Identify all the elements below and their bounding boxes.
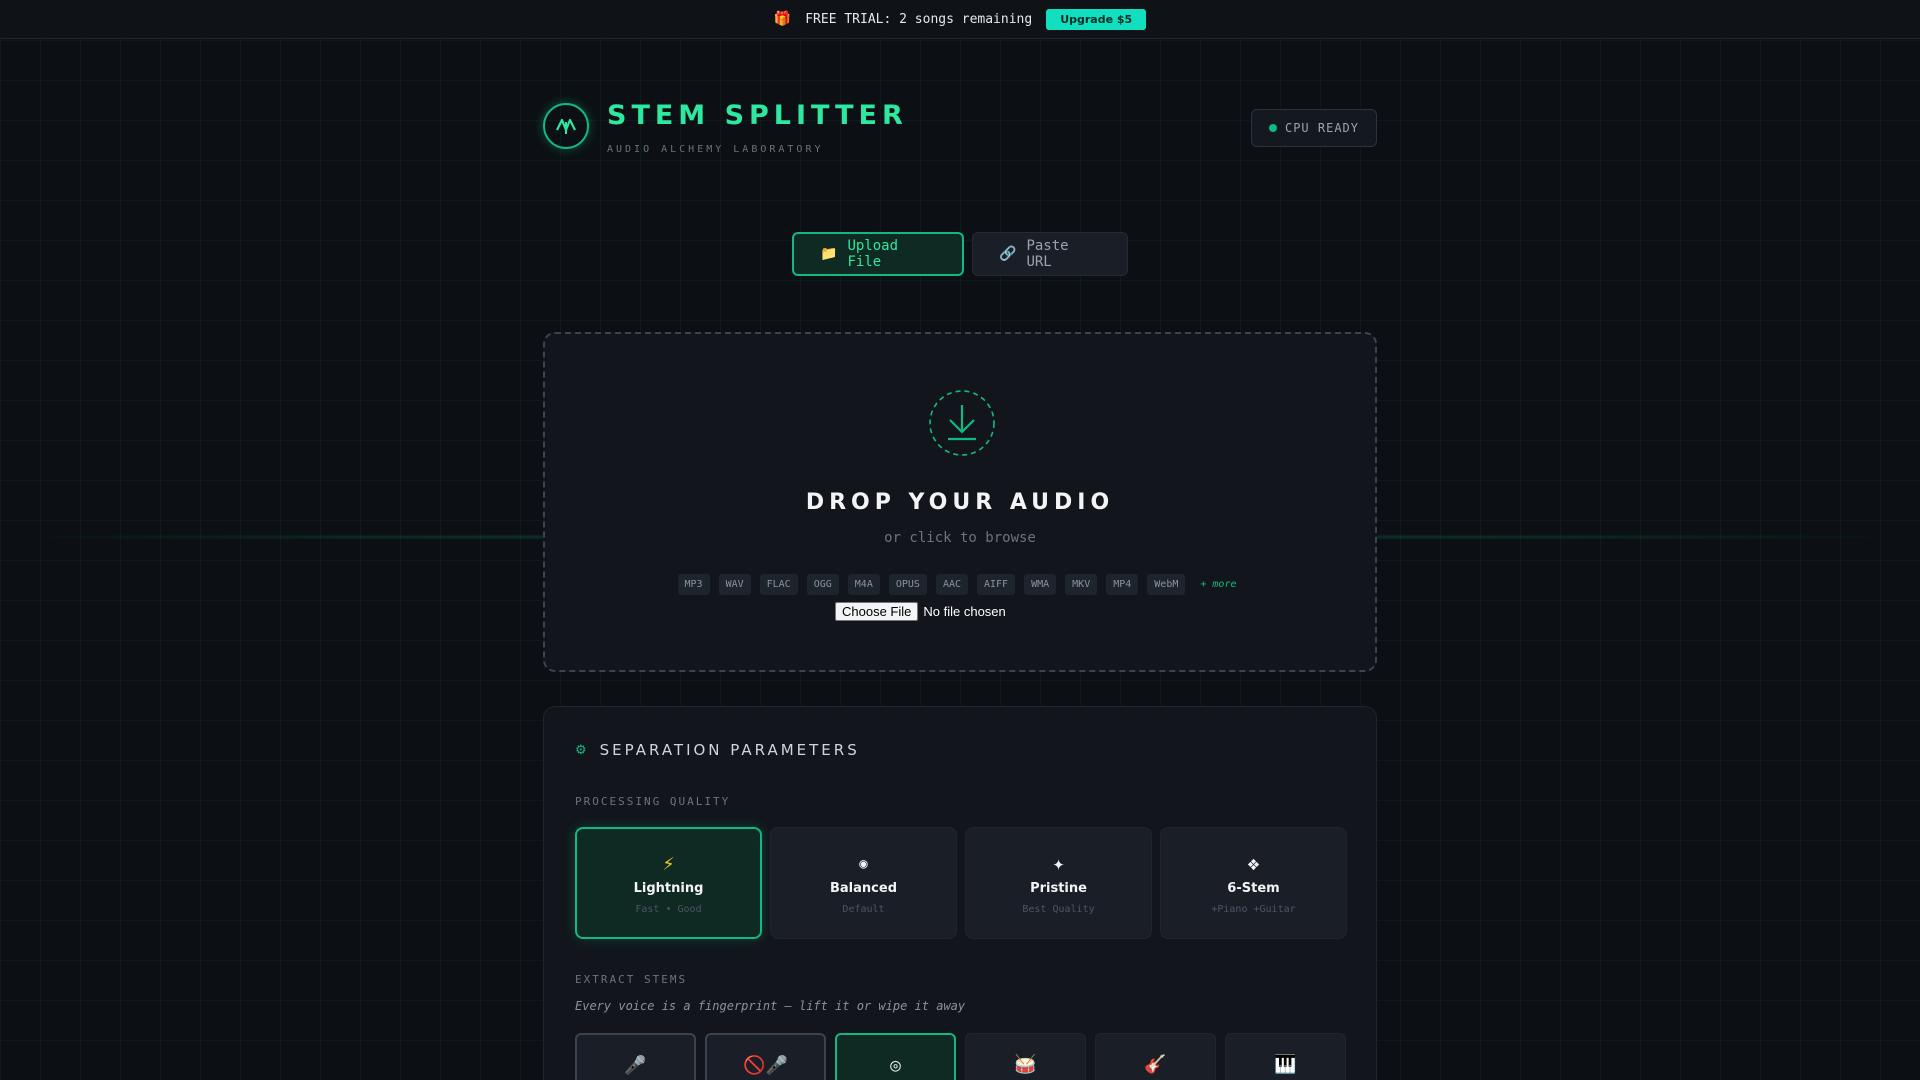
- quality-option-lightning[interactable]: ⚡ Lightning Fast • Good: [575, 827, 762, 939]
- format-tag: WebM: [1147, 574, 1186, 595]
- tab-paste-url[interactable]: 🔗 Paste URL: [972, 232, 1128, 276]
- piano-icon: 🎹: [1274, 1054, 1297, 1075]
- format-tag: MKV: [1065, 574, 1098, 595]
- file-input: Choose File No file chosen: [835, 602, 1006, 621]
- quality-name: Lightning: [633, 881, 704, 896]
- stem-vocals[interactable]: 🎤: [575, 1033, 696, 1080]
- app-subtitle: AUDIO ALCHEMY LABORATORY: [607, 144, 824, 155]
- quality-name: Pristine: [1030, 881, 1087, 896]
- format-tag: OPUS: [888, 574, 927, 595]
- quality-sub: +Piano +Guitar: [1211, 904, 1296, 915]
- params-title: ⚙ SEPARATION PARAMETERS: [575, 741, 860, 759]
- format-list: MP3 WAV FLAC OGG M4A OPUS AAC AIFF WMA M…: [545, 574, 1375, 595]
- folder-icon: 📁: [820, 246, 838, 262]
- upgrade-button[interactable]: Upgrade $5: [1046, 8, 1147, 30]
- quality-sub: Best Quality: [1022, 904, 1095, 915]
- params-title-text: SEPARATION PARAMETERS: [599, 741, 860, 759]
- stems-label: EXTRACT STEMS: [575, 973, 688, 986]
- format-tag: OGG: [806, 574, 839, 595]
- gear-icon: ⚙: [575, 742, 590, 758]
- stem-drums[interactable]: 🥁: [965, 1033, 1086, 1080]
- quality-sub: Default: [842, 904, 885, 915]
- dropzone-title: DROP YOUR AUDIO: [805, 490, 1115, 515]
- cpu-status-text: CPU READY: [1284, 121, 1360, 135]
- quality-option-balanced[interactable]: ◉ Balanced Default: [770, 827, 957, 939]
- diamond-cluster-icon: ❖: [1247, 851, 1260, 875]
- quality-option-pristine[interactable]: ✦ Pristine Best Quality: [965, 827, 1152, 939]
- app-title: STEM SPLITTER: [607, 100, 908, 131]
- status-dot-icon: [1268, 124, 1277, 132]
- choose-file-button[interactable]: Choose File: [835, 602, 919, 621]
- waveform-logo-icon: [543, 103, 589, 149]
- guitar-icon: 🎸: [1144, 1054, 1167, 1075]
- separation-parameters-panel: ⚙ SEPARATION PARAMETERS PROCESSING QUALI…: [543, 706, 1377, 1080]
- lightning-icon: ⚡: [662, 851, 675, 875]
- format-tag: FLAC: [759, 574, 798, 595]
- tab-upload-file[interactable]: 📁 Upload File: [792, 232, 964, 276]
- quality-options: ⚡ Lightning Fast • Good ◉ Balanced Defau…: [575, 827, 1347, 939]
- audio-dropzone[interactable]: DROP YOUR AUDIO or click to browse MP3 W…: [543, 332, 1377, 672]
- format-tag: AAC: [935, 574, 968, 595]
- stem-instrumental[interactable]: 🚫🎤: [705, 1033, 826, 1080]
- quality-name: 6-Stem: [1227, 881, 1280, 896]
- quality-name: Balanced: [830, 881, 897, 896]
- format-tag: WAV: [718, 574, 751, 595]
- tab-label: Upload File: [847, 238, 899, 270]
- stem-bass[interactable]: ◎: [835, 1033, 956, 1080]
- file-status: No file chosen: [923, 604, 1006, 619]
- format-tag: MP3: [677, 574, 710, 595]
- free-trial-bar: 🎁 FREE TRIAL: 2 songs remaining Upgrade …: [0, 0, 1920, 39]
- link-icon: 🔗: [999, 246, 1017, 262]
- cpu-status-badge: CPU READY: [1251, 109, 1377, 147]
- gift-icon: 🎁: [773, 11, 792, 27]
- format-tag: AIFF: [977, 574, 1016, 595]
- stem-piano[interactable]: 🎹: [1225, 1033, 1346, 1080]
- no-vocals-icon: 🚫🎤: [743, 1055, 788, 1076]
- app-header: STEM SPLITTER AUDIO ALCHEMY LABORATORY C…: [543, 100, 1377, 160]
- target-icon: ◎: [890, 1055, 901, 1076]
- sparkle-icon: ✦: [1052, 851, 1065, 875]
- more-formats-link[interactable]: + more: [1194, 574, 1242, 595]
- tab-label: Paste URL: [1026, 238, 1069, 270]
- trial-text: FREE TRIAL: 2 songs remaining: [805, 11, 1033, 27]
- format-tag: MP4: [1106, 574, 1139, 595]
- format-tag: WMA: [1024, 574, 1057, 595]
- download-icon: [928, 389, 996, 461]
- quality-label: PROCESSING QUALITY: [575, 795, 731, 808]
- dropzone-subtitle: or click to browse: [884, 530, 1036, 546]
- microphone-icon: 🎤: [624, 1055, 647, 1076]
- circle-dot-icon: ◉: [859, 856, 868, 872]
- source-tabs: 📁 Upload File 🔗 Paste URL: [792, 232, 1128, 276]
- format-tag: M4A: [847, 574, 880, 595]
- quality-sub: Fast • Good: [635, 904, 702, 915]
- quality-option-6-stem[interactable]: ❖ 6-Stem +Piano +Guitar: [1160, 827, 1347, 939]
- stem-options: 🎤 🚫🎤 ◎ 🥁 🎸 🎹: [575, 1033, 1346, 1080]
- drum-icon: 🥁: [1014, 1054, 1037, 1075]
- stem-guitar[interactable]: 🎸: [1095, 1033, 1216, 1080]
- stems-tagline: Every voice is a fingerprint — lift it o…: [575, 999, 966, 1013]
